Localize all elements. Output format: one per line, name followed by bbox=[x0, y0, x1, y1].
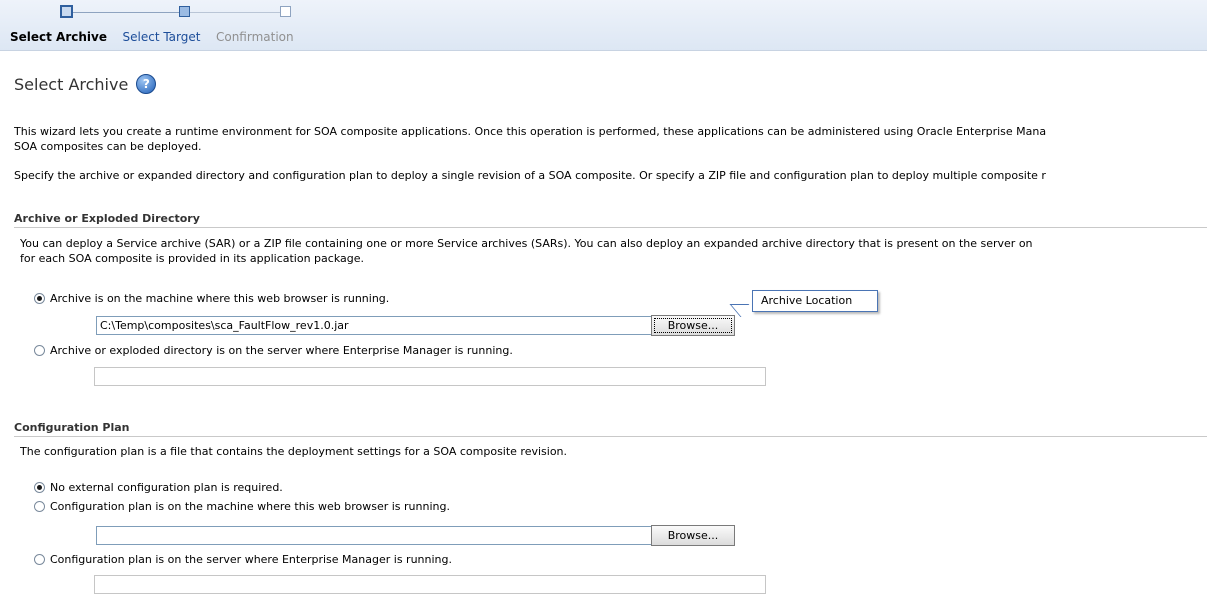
archive-local-radio[interactable] bbox=[34, 293, 45, 304]
train-labels: Select Archive Select Target Confirmatio… bbox=[10, 30, 306, 44]
plan-local-option[interactable]: Configuration plan is on the machine whe… bbox=[34, 500, 450, 513]
plan-browse-button[interactable]: Browse... bbox=[651, 525, 735, 546]
plan-desc: The configuration plan is a file that co… bbox=[20, 445, 568, 458]
archive-browse-button[interactable]: Browse... bbox=[651, 315, 735, 336]
plan-section-heading: Configuration Plan bbox=[14, 421, 1207, 437]
plan-server-label: Configuration plan is on the server wher… bbox=[50, 553, 452, 566]
step-confirmation: Confirmation bbox=[215, 30, 294, 44]
train-node-select-archive bbox=[60, 5, 73, 18]
plan-server-path-input[interactable] bbox=[94, 575, 766, 594]
archive-local-label: Archive is on the machine where this web… bbox=[50, 292, 390, 305]
intro-text-line2: SOA composites can be deployed. bbox=[14, 140, 202, 153]
intro-text-2: Specify the archive or expanded director… bbox=[14, 169, 1046, 182]
help-icon[interactable]: ? bbox=[136, 74, 157, 94]
archive-local-path-input[interactable] bbox=[96, 316, 652, 335]
archive-server-radio[interactable] bbox=[34, 345, 45, 356]
plan-local-radio[interactable] bbox=[34, 501, 45, 512]
archive-server-option[interactable]: Archive or exploded directory is on the … bbox=[34, 344, 513, 357]
archive-server-path-input[interactable] bbox=[94, 367, 766, 386]
plan-server-option[interactable]: Configuration plan is on the server wher… bbox=[34, 553, 452, 566]
archive-server-label: Archive or exploded directory is on the … bbox=[50, 344, 513, 357]
train-connector bbox=[67, 12, 180, 13]
archive-desc-line2: for each SOA composite is provided in it… bbox=[20, 252, 364, 265]
plan-none-option[interactable]: No external configuration plan is requir… bbox=[34, 481, 283, 494]
archive-desc-line1: You can deploy a Service archive (SAR) o… bbox=[20, 237, 1033, 250]
plan-none-label: No external configuration plan is requir… bbox=[50, 481, 283, 494]
page-title-text: Select Archive bbox=[14, 74, 129, 94]
page-title: Select Archive ? bbox=[14, 74, 157, 94]
train-node-confirmation bbox=[280, 6, 291, 17]
archive-section-heading: Archive or Exploded Directory bbox=[14, 212, 1207, 228]
intro-text-line1: This wizard lets you create a runtime en… bbox=[14, 125, 1047, 138]
plan-local-path-input[interactable] bbox=[96, 526, 652, 545]
step-select-archive: Select Archive bbox=[10, 30, 107, 44]
wizard-train: Select Archive Select Target Confirmatio… bbox=[0, 0, 1207, 51]
train-connector bbox=[185, 12, 285, 13]
archive-location-callout: Archive Location bbox=[752, 290, 878, 312]
plan-none-radio[interactable] bbox=[34, 482, 45, 493]
archive-local-option[interactable]: Archive is on the machine where this web… bbox=[34, 292, 389, 305]
step-select-target[interactable]: Select Target bbox=[123, 30, 201, 44]
plan-server-radio[interactable] bbox=[34, 554, 45, 565]
train-node-select-target[interactable] bbox=[179, 6, 190, 17]
plan-local-label: Configuration plan is on the machine whe… bbox=[50, 500, 450, 513]
train-track bbox=[60, 5, 300, 18]
